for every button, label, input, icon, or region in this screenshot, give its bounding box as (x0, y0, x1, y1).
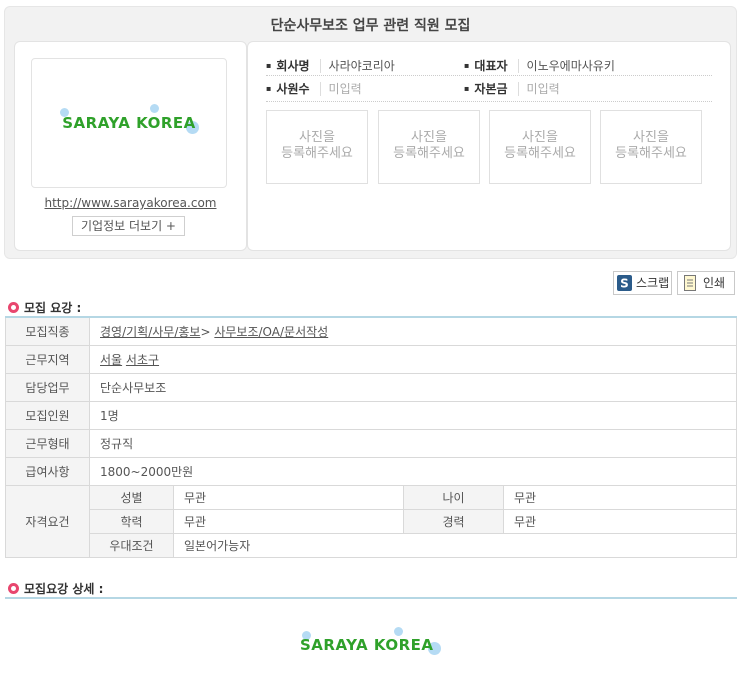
location-district-link[interactable]: 서초구 (126, 353, 159, 367)
work-type-value: 정규직 (89, 428, 737, 458)
company-photo-placeholder: 사진을 등록해주세요 (489, 110, 591, 184)
company-info-row: 회사명사라야코리아 대표자이노우에마사유키 (266, 54, 712, 76)
company-name-field: 회사명사라야코리아 (266, 57, 395, 74)
bullet-icon (8, 302, 19, 313)
detail-section-title: 모집요강 상세 : (8, 580, 103, 597)
age-value: 무관 (503, 484, 737, 510)
company-name: 사라야코리아 (319, 59, 395, 73)
company-ceo: 이노우에마사유키 (517, 59, 615, 73)
scrap-icon: S (617, 275, 632, 291)
job-type-category-link[interactable]: 경영/기획/사무/홍보 (100, 325, 200, 339)
gender-value: 무관 (173, 484, 404, 510)
work-type-label: 근무형태 (5, 428, 90, 458)
company-employees: 미입력 (319, 82, 362, 96)
svg-text:S: S (620, 277, 629, 291)
company-logo-text: SARAYA KOREA (60, 104, 200, 134)
company-more-info-button[interactable]: 기업정보 더보기 + (72, 216, 185, 236)
table-row: 근무지역 서울 서초구 (5, 344, 737, 374)
detail-company-logo: SARAYA KOREA (300, 627, 441, 655)
qualification-label: 자격요건 (5, 484, 90, 558)
table-row: 모집인원 1명 (5, 400, 737, 430)
table-row: 모집직종 경영/기획/사무/홍보> 사무보조/OA/문서작성 (5, 317, 737, 346)
duty-value: 단순사무보조 (89, 372, 737, 402)
career-value: 무관 (503, 508, 737, 534)
scrap-button[interactable]: S 스크랩 (613, 271, 672, 295)
divider (266, 101, 712, 102)
location-value: 서울 서초구 (89, 344, 737, 374)
company-capital: 미입력 (517, 82, 560, 96)
table-row: 담당업무 단순사무보조 (5, 372, 737, 402)
table-row: 급여사항 1800~2000만원 (5, 456, 737, 486)
company-photo-placeholder: 사진을 등록해주세요 (266, 110, 368, 184)
job-title: 단순사무보조 업무 관련 직원 모집 (270, 18, 471, 34)
company-logo-panel: SARAYA KOREA http://www.sarayakorea.com … (14, 41, 247, 251)
job-type-subcategory-link[interactable]: 사무보조/OA/문서작성 (214, 325, 328, 339)
location-city-link[interactable]: 서울 (100, 353, 122, 367)
table-row: 우대조건 일본어가능자 (6, 532, 737, 558)
company-capital-field: 자본금미입력 (464, 80, 560, 97)
company-photo-placeholder: 사진을 등록해주세요 (378, 110, 480, 184)
salary-value: 1800~2000만원 (89, 456, 737, 486)
job-type-label: 모집직종 (5, 317, 90, 346)
table-row: 학력 무관 경력 무관 (6, 508, 737, 534)
requirements-section-title: 모집 요강 : (8, 299, 81, 316)
company-employees-field: 사원수미입력 (266, 80, 362, 97)
gender-label: 성별 (89, 484, 174, 510)
logo-bubble-icon (394, 627, 403, 636)
education-value: 무관 (173, 508, 404, 534)
headcount-label: 모집인원 (5, 400, 90, 430)
company-card: 단순사무보조 업무 관련 직원 모집 SARAYA KOREA http://w… (4, 6, 737, 259)
print-icon (684, 275, 696, 291)
company-logo: SARAYA KOREA (31, 58, 227, 188)
location-label: 근무지역 (5, 344, 90, 374)
divider (5, 597, 737, 599)
company-info-row: 사원수미입력 자본금미입력 (266, 77, 712, 99)
bullet-icon (8, 583, 19, 594)
company-website-link[interactable]: http://www.sarayakorea.com (15, 196, 246, 210)
education-label: 학력 (89, 508, 174, 534)
company-ceo-field: 대표자이노우에마사유키 (464, 57, 615, 74)
company-photo-placeholder: 사진을 등록해주세요 (600, 110, 702, 184)
company-info-panel: 회사명사라야코리아 대표자이노우에마사유키 사원수미입력 자본금미입력 사진을 … (247, 41, 731, 251)
job-type-value: 경영/기획/사무/홍보> 사무보조/OA/문서작성 (89, 317, 737, 346)
print-button[interactable]: 인쇄 (677, 271, 735, 295)
logo-bubble-icon (150, 104, 160, 113)
career-label: 경력 (403, 508, 504, 534)
preference-label: 우대조건 (89, 532, 174, 558)
table-row: 근무형태 정규직 (5, 428, 737, 458)
table-row: 자격요건 성별 무관 나이 무관 (5, 484, 737, 558)
age-label: 나이 (403, 484, 504, 510)
preference-value: 일본어가능자 (173, 532, 737, 558)
requirements-table: 모집직종 경영/기획/사무/홍보> 사무보조/OA/문서작성 근무지역 서울 서… (5, 316, 737, 558)
salary-label: 급여사항 (5, 456, 90, 486)
headcount-value: 1명 (89, 400, 737, 430)
duty-label: 담당업무 (5, 372, 90, 402)
